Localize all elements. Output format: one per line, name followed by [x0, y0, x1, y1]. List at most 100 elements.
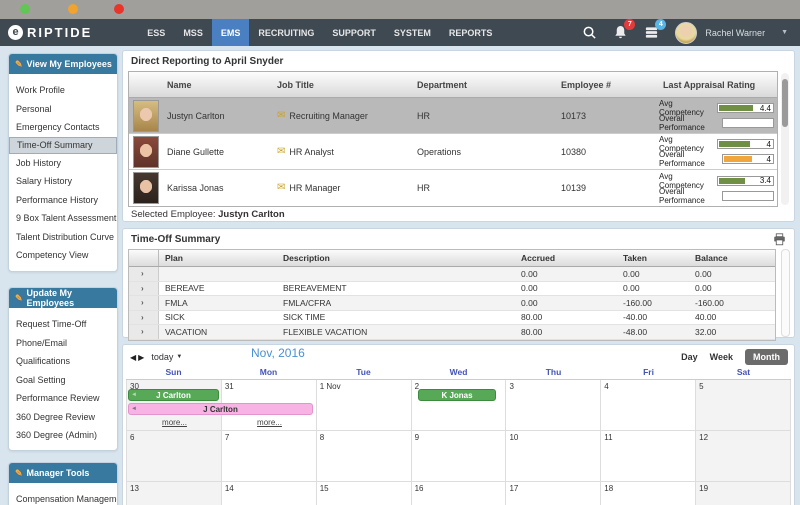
calendar-day-cell[interactable]: 17: [506, 482, 601, 505]
expand-chevron-icon[interactable]: ›: [129, 325, 159, 339]
nav-item-recruiting[interactable]: RECRUITING: [249, 19, 323, 46]
view-month-button[interactable]: Month: [745, 349, 788, 365]
window-maximize-dot[interactable]: [68, 4, 78, 14]
window-minimize-dot[interactable]: [20, 4, 30, 14]
sidebar-item-work-profile[interactable]: Work Profile: [9, 81, 117, 100]
search-icon[interactable]: [582, 25, 597, 40]
col-description[interactable]: Description: [281, 253, 519, 263]
calendar-day-cell[interactable]: 10: [506, 431, 601, 481]
time-off-table-scrollbar[interactable]: [781, 249, 790, 337]
sidebar-item-360-degree-review[interactable]: 360 Degree Review: [9, 408, 117, 427]
calendar-day-cell[interactable]: 15: [317, 482, 412, 505]
sidebar-item-compensation-management[interactable]: Compensation Management: [9, 490, 117, 505]
employee-number: 10173: [559, 111, 659, 121]
calendar-day-cell[interactable]: 4: [601, 380, 696, 430]
time-off-row[interactable]: › VACATIONFLEXIBLE VACATION 80.00-48.003…: [129, 325, 775, 340]
more-events-link[interactable]: more...: [222, 418, 317, 427]
calendar-day-cell[interactable]: 9: [412, 431, 507, 481]
sidebar-item-time-off-summary[interactable]: Time-Off Summary: [9, 137, 117, 154]
sidebar-item-qualifications[interactable]: Qualifications: [9, 352, 117, 371]
time-off-row[interactable]: › BEREAVEBEREAVEMENT 0.000.000.00: [129, 282, 775, 297]
calendar-day-cell[interactable]: 6: [127, 431, 222, 481]
employee-row[interactable]: Karissa Jonas ✉HR Manager HR 10139 Avg C…: [129, 170, 777, 206]
sidebar-item-request-time-off[interactable]: Request Time-Off: [9, 315, 117, 334]
calendar-day-cell[interactable]: 11: [601, 431, 696, 481]
user-menu[interactable]: [675, 22, 697, 44]
nav-item-mss[interactable]: MSS: [174, 19, 212, 46]
sidebar-item-emergency-contacts[interactable]: Emergency Contacts: [9, 118, 117, 137]
view-day-button[interactable]: Day: [681, 352, 698, 362]
nav-item-system[interactable]: SYSTEM: [385, 19, 440, 46]
sidebar-item-9-box-talent-assessment[interactable]: 9 Box Talent Assessment: [9, 209, 117, 228]
calendar-next-icon[interactable]: ▶: [137, 353, 145, 362]
sidebar-item-personal[interactable]: Personal: [9, 100, 117, 119]
sidebar-item-salary-history[interactable]: Salary History: [9, 172, 117, 191]
employee-row[interactable]: Justyn Carlton ✉Recruiting Manager HR 10…: [129, 98, 777, 134]
expand-chevron-icon[interactable]: ›: [129, 311, 159, 325]
calendar-day-cell[interactable]: 7: [222, 431, 317, 481]
nav-item-support[interactable]: SUPPORT: [323, 19, 385, 46]
calendar-prev-icon[interactable]: ◀: [129, 353, 137, 362]
sidebar-item-talent-distribution-curve[interactable]: Talent Distribution Curve: [9, 228, 117, 247]
sidebar-item-phone-email[interactable]: Phone/Email: [9, 334, 117, 353]
nav-item-ems[interactable]: EMS: [212, 19, 250, 46]
sidebar-item-performance-review[interactable]: Performance Review: [9, 389, 117, 408]
calendar-day-cell[interactable]: 14: [222, 482, 317, 505]
calendar-event-j-carlton-2[interactable]: ◄J Carlton: [128, 403, 313, 415]
section-header-view-my-employees[interactable]: ✎ View My Employees: [9, 54, 117, 74]
col-job-title[interactable]: Job Title: [275, 80, 415, 90]
user-name[interactable]: Rachel Warner: [705, 28, 765, 38]
calendar-day-cell[interactable]: 18: [601, 482, 696, 505]
col-plan[interactable]: Plan: [159, 253, 281, 263]
expand-chevron-icon[interactable]: ›: [129, 282, 159, 296]
avg-competency-value: 4.4: [760, 104, 772, 113]
expand-chevron-icon[interactable]: ›: [129, 296, 159, 310]
section-header-update-my-employees[interactable]: ✎ Update My Employees: [9, 288, 117, 308]
messages-stack-icon[interactable]: 4: [644, 25, 659, 40]
window-close-dot[interactable]: [114, 4, 124, 14]
calendar-day-cell[interactable]: 19: [696, 482, 791, 505]
user-menu-caret-icon[interactable]: ▼: [781, 29, 788, 36]
col-employee-no[interactable]: Employee #: [559, 80, 659, 90]
sidebar-item-competency-view[interactable]: Competency View: [9, 246, 117, 265]
col-taken[interactable]: Taken: [621, 253, 693, 263]
employee-row[interactable]: Diane Gullette ✉HR Analyst Operations 10…: [129, 134, 777, 170]
notifications-bell-icon[interactable]: 7: [613, 25, 628, 40]
sidebar-item-360-degree-admin[interactable]: 360 Degree (Admin): [9, 426, 117, 445]
email-icon[interactable]: ✉: [277, 147, 285, 157]
email-icon[interactable]: ✉: [277, 111, 285, 121]
calendar-today-button[interactable]: today: [151, 352, 173, 362]
calendar-day-cell[interactable]: 1 Nov: [317, 380, 412, 430]
col-balance[interactable]: Balance: [693, 253, 775, 263]
nav-item-ess[interactable]: ESS: [138, 19, 174, 46]
scrollbar-thumb[interactable]: [782, 79, 788, 127]
calendar-event-j-carlton[interactable]: ◄J Carlton: [128, 389, 219, 401]
col-last-appraisal[interactable]: Last Appraisal Rating: [659, 80, 777, 90]
avg-competency-bar: 3.4: [717, 176, 774, 186]
email-icon[interactable]: ✉: [277, 183, 285, 193]
col-accrued[interactable]: Accrued: [519, 253, 621, 263]
time-off-row[interactable]: › 0.000.000.00: [129, 267, 775, 282]
time-off-row[interactable]: › FMLAFMLA/CFRA 0.00-160.00-160.00: [129, 296, 775, 311]
sidebar-item-goal-setting[interactable]: Goal Setting: [9, 371, 117, 390]
col-department[interactable]: Department: [415, 80, 559, 90]
nav-item-reports[interactable]: REPORTS: [440, 19, 502, 46]
expand-chevron-icon[interactable]: ›: [129, 267, 159, 281]
calendar-day-cell[interactable]: 8: [317, 431, 412, 481]
calendar-day-cell[interactable]: 16: [412, 482, 507, 505]
col-name[interactable]: Name: [165, 80, 275, 90]
view-week-button[interactable]: Week: [710, 352, 733, 362]
time-off-row[interactable]: › SICKSICK TIME 80.00-40.0040.00: [129, 311, 775, 326]
today-caret-icon[interactable]: ▼: [176, 354, 182, 360]
more-events-link[interactable]: more...: [127, 418, 222, 427]
brand-logo[interactable]: e RIPTIDE: [8, 25, 92, 40]
section-header-manager-tools[interactable]: ✎ Manager Tools: [9, 463, 117, 483]
sidebar-item-performance-history[interactable]: Performance History: [9, 191, 117, 210]
calendar-day-cell[interactable]: 13: [127, 482, 222, 505]
sidebar-item-job-history[interactable]: Job History: [9, 154, 117, 173]
calendar-day-cell[interactable]: 12: [696, 431, 791, 481]
calendar-day-cell[interactable]: 5: [696, 380, 791, 430]
calendar-day-cell[interactable]: 3: [506, 380, 601, 430]
calendar-day-cell[interactable]: 2: [412, 380, 507, 430]
calendar-event-k-jonas[interactable]: K Jonas: [418, 389, 496, 401]
